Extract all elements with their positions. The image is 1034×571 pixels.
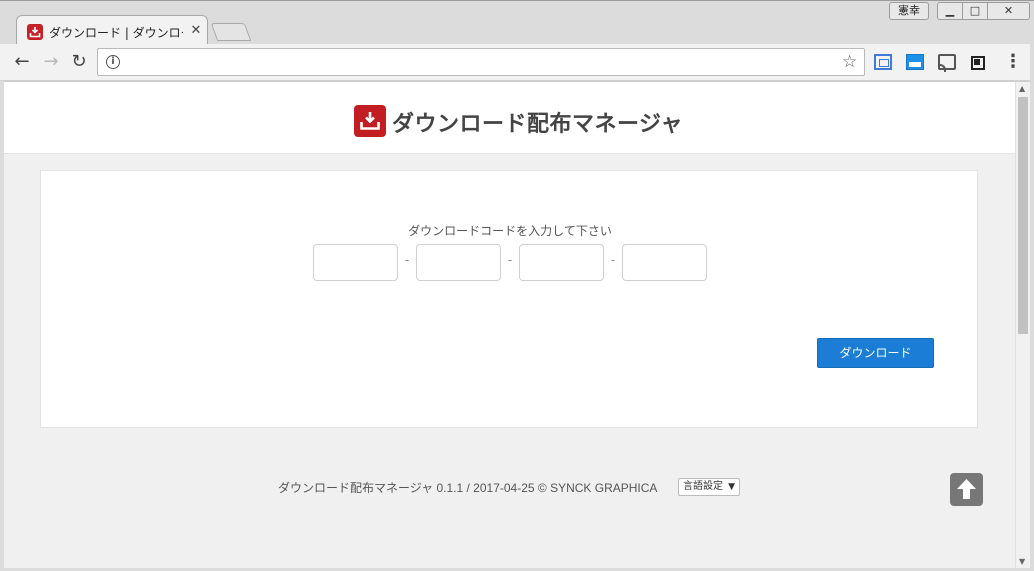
- address-bar[interactable]: i ☆: [97, 48, 865, 76]
- scroll-to-top-button[interactable]: [950, 473, 983, 506]
- tab-close-icon[interactable]: ✕: [189, 23, 203, 38]
- code-input-1[interactable]: [313, 244, 398, 281]
- download-favicon-icon: [27, 24, 43, 40]
- url-input[interactable]: [128, 53, 828, 71]
- download-logo-icon: [354, 105, 386, 137]
- code-prompt-label: ダウンロードコードを入力して下さい: [408, 224, 612, 238]
- profile-button[interactable]: 憲幸: [889, 2, 929, 20]
- code-input-2[interactable]: [416, 244, 501, 281]
- window-frame-right: [1030, 44, 1034, 571]
- download-button[interactable]: ダウンロード: [817, 338, 934, 368]
- title-bar: ダウンロード | ダウンロード配 ✕ 憲幸 ▁ □ ✕: [0, 0, 1034, 46]
- back-arrow-icon[interactable]: ←: [12, 52, 32, 72]
- dropdown-arrow-icon: ▼: [728, 482, 735, 492]
- code-separator: -: [507, 253, 513, 267]
- page-viewport: ダウンロード配布マネージャ ダウンロードコードを入力して下さい - - - ダウ…: [4, 82, 1015, 568]
- language-select-value: 言語設定: [683, 481, 723, 492]
- reload-icon[interactable]: ↻: [69, 52, 89, 72]
- cast-icon[interactable]: [938, 54, 956, 72]
- close-window-button[interactable]: ✕: [987, 2, 1030, 20]
- site-info-icon[interactable]: i: [106, 55, 120, 69]
- forward-arrow-icon[interactable]: →: [41, 52, 61, 72]
- vertical-scrollbar[interactable]: ▲ ▼: [1015, 82, 1030, 568]
- download-code-card: ダウンロードコードを入力して下さい - - - ダウンロード: [40, 170, 978, 428]
- site-title: ダウンロード配布マネージャ: [392, 112, 683, 137]
- browser-tab-active[interactable]: ダウンロード | ダウンロード配 ✕: [16, 15, 208, 46]
- window-extension-icon[interactable]: [906, 54, 924, 70]
- footer-credit: ダウンロード配布マネージャ 0.1.1 / 2017-04-25 © SYNCK…: [278, 481, 658, 495]
- site-header: ダウンロード配布マネージャ: [4, 82, 1015, 154]
- window-frame-left: [0, 81, 4, 571]
- screenshot-extension-icon[interactable]: [874, 54, 892, 70]
- bookmark-star-icon[interactable]: ☆: [842, 52, 857, 72]
- scrollbar-thumb[interactable]: [1018, 97, 1028, 334]
- code-input-3[interactable]: [519, 244, 604, 281]
- browser-menu-icon[interactable]: ⋮: [1004, 53, 1022, 73]
- new-tab-button[interactable]: [210, 23, 252, 41]
- minimize-button[interactable]: ▁: [937, 2, 963, 20]
- picture-in-picture-icon[interactable]: [971, 56, 985, 70]
- maximize-button[interactable]: □: [962, 2, 988, 20]
- scroll-down-arrow-icon[interactable]: ▼: [1019, 557, 1025, 566]
- code-separator: -: [404, 253, 410, 267]
- up-arrow-icon: [957, 479, 976, 499]
- language-select[interactable]: 言語設定 ▼: [678, 478, 740, 496]
- browser-toolbar: ← → ↻ i ☆ ⋮: [0, 44, 1034, 81]
- tab-title: ダウンロード | ダウンロード配: [49, 26, 183, 40]
- code-input-4[interactable]: [622, 244, 707, 281]
- scroll-up-arrow-icon[interactable]: ▲: [1019, 84, 1025, 93]
- code-separator: -: [610, 253, 616, 267]
